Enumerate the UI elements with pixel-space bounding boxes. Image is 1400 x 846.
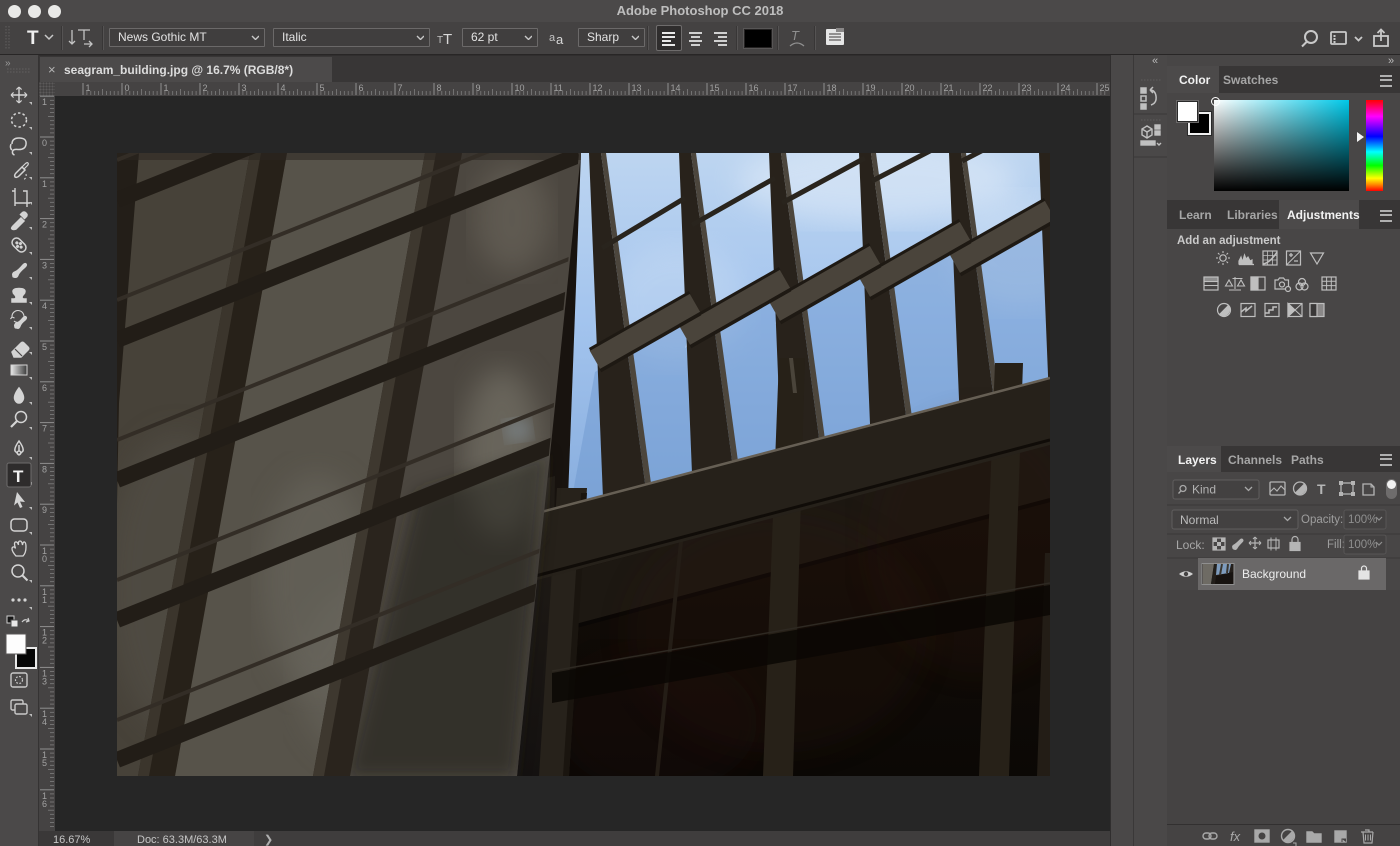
svg-text:6: 6 <box>42 799 47 809</box>
svg-text:1: 1 <box>86 83 91 93</box>
svg-text:3: 3 <box>42 676 47 686</box>
svg-text:a: a <box>549 32 556 44</box>
svg-text:1: 1 <box>164 83 169 93</box>
svg-text:Background: Background <box>1242 567 1306 581</box>
svg-text:3: 3 <box>42 260 47 270</box>
svg-text:5: 5 <box>42 758 47 768</box>
svg-text:T: T <box>791 28 800 43</box>
svg-text:3: 3 <box>242 83 247 93</box>
svg-text:5: 5 <box>42 342 47 352</box>
svg-text:0: 0 <box>42 138 47 148</box>
svg-text:4: 4 <box>42 301 47 311</box>
svg-text:7: 7 <box>398 83 403 93</box>
svg-text:4: 4 <box>42 717 47 727</box>
svg-text:5: 5 <box>320 83 325 93</box>
svg-text:7: 7 <box>42 424 47 434</box>
svg-text:100%: 100% <box>1348 539 1377 551</box>
svg-text:4: 4 <box>281 83 286 93</box>
svg-text:6: 6 <box>359 83 364 93</box>
svg-text:0: 0 <box>125 83 130 93</box>
svg-text:Fill:: Fill: <box>1327 539 1345 551</box>
svg-text:»: » <box>5 58 11 69</box>
svg-text:0: 0 <box>42 554 47 564</box>
svg-text:100%: 100% <box>1348 514 1377 526</box>
svg-text:1: 1 <box>42 595 47 605</box>
svg-text:9: 9 <box>42 505 47 515</box>
svg-text:Lock:: Lock: <box>1176 538 1205 552</box>
svg-text:T: T <box>443 31 452 48</box>
svg-text:T: T <box>13 467 24 486</box>
svg-text:a: a <box>556 32 564 46</box>
svg-text:2: 2 <box>203 83 208 93</box>
svg-text:9: 9 <box>476 83 481 93</box>
svg-text:fx: fx <box>1230 829 1241 844</box>
svg-text:2: 2 <box>42 636 47 646</box>
svg-text:1: 1 <box>42 97 47 107</box>
svg-text:2: 2 <box>42 220 47 230</box>
svg-text:T: T <box>27 28 39 49</box>
svg-text:Kind: Kind <box>1192 483 1216 497</box>
svg-text:8: 8 <box>437 83 442 93</box>
svg-text:1: 1 <box>42 179 47 189</box>
svg-text:8: 8 <box>42 464 47 474</box>
svg-text:6: 6 <box>42 383 47 393</box>
svg-text:T: T <box>1317 481 1326 497</box>
svg-text:Opacity:: Opacity: <box>1301 514 1343 526</box>
svg-text:Normal: Normal <box>1180 513 1219 527</box>
